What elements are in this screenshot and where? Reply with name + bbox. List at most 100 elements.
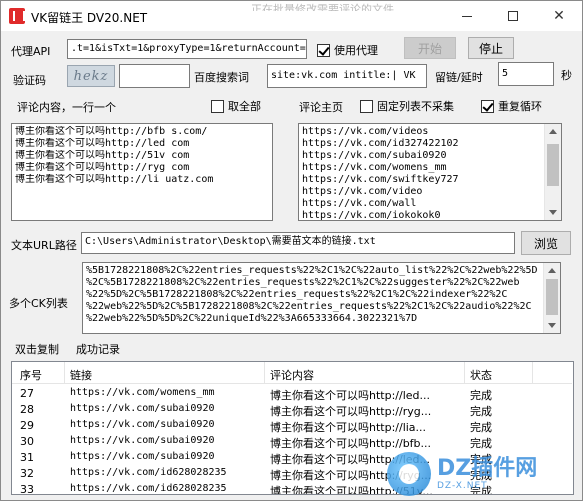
page-url-line: https://vk.com/iokokok0	[302, 210, 441, 221]
repeat-loop-label: 重复循环	[498, 100, 542, 113]
baidu-search-label: 百度搜索词	[194, 71, 249, 84]
start-button[interactable]: 开始	[404, 37, 456, 59]
delay-label: 留链/延时	[435, 71, 483, 84]
row-content: 博主你看这个可以吗http://ryg...	[270, 405, 432, 418]
watermark-sub-text: DZ-X.NET	[437, 481, 488, 491]
column-header-content[interactable]: 评论内容	[270, 367, 314, 383]
pages-scrollbar[interactable]	[544, 124, 561, 220]
close-button[interactable]: ✕	[536, 1, 582, 31]
row-status: 完成	[470, 421, 492, 434]
column-header-link[interactable]: 链接	[70, 367, 92, 383]
captcha-input[interactable]	[119, 64, 190, 88]
delay-unit-label: 秒	[561, 69, 572, 82]
column-separator	[264, 362, 265, 384]
row-link: https://vk.com/subai0920	[70, 419, 215, 430]
column-header-index[interactable]: 序号	[20, 367, 42, 383]
comment-line: 博主你看这个可以吗http://led com	[15, 138, 190, 149]
text-url-path-input[interactable]: C:\Users\Administrator\Desktop\需要苗文本的链接.…	[81, 232, 515, 254]
row-content: 博主你看这个可以吗http://lia...	[270, 421, 427, 434]
title-bar[interactable]: VK留链王 DV20.NET 正在批量修改需要评论的文件 ✕	[1, 1, 582, 31]
window-title: VK留链王 DV20.NET	[31, 11, 148, 25]
select-all-check-icon	[211, 99, 224, 113]
scroll-up-icon[interactable]	[548, 268, 556, 273]
close-icon: ✕	[553, 8, 565, 24]
proxy-api-input[interactable]: .t=1&isTxt=1&proxyType=1&returnAccount=1	[67, 39, 307, 59]
select-all-checkbox[interactable]: 取全部	[211, 98, 261, 114]
table-row[interactable]: 29 https://vk.com/subai0920 博主你看这个可以吗http:…	[12, 418, 572, 434]
row-index: 29	[20, 419, 34, 432]
fixed-list-label: 固定列表不采集	[377, 100, 454, 113]
proxy-api-label: 代理API	[11, 45, 51, 58]
row-link: https://vk.com/id628028235	[70, 483, 227, 494]
background-window-title: 正在批量修改需要评论的文件	[251, 3, 394, 11]
captcha-label: 验证码	[13, 74, 46, 87]
page-url-line: https://vk.com/id327422102	[302, 138, 459, 149]
comment-line: 博主你看这个可以吗http://51v com	[15, 150, 190, 161]
column-header-status[interactable]: 状态	[470, 367, 492, 383]
ck-list-textarea[interactable]: %5B1728221808%2C%22entries_requests%22%2…	[82, 262, 561, 334]
select-all-label: 取全部	[228, 100, 261, 113]
stop-button[interactable]: 停止	[468, 37, 514, 59]
row-index: 28	[20, 403, 34, 416]
baidu-search-input[interactable]: site:vk.com intitle:| VK	[267, 64, 427, 88]
scroll-thumb[interactable]	[547, 144, 559, 186]
use-proxy-check-icon	[317, 43, 330, 57]
page-url-line: https://vk.com/swiftkey727	[302, 174, 459, 185]
row-index: 33	[20, 483, 34, 495]
page-url-line: https://vk.com/videos	[302, 126, 429, 137]
comment-line: 博主你看这个可以吗http://li uatz.com	[15, 174, 214, 185]
table-header: 序号 链接 评论内容 状态	[12, 362, 572, 384]
fixed-list-checkbox[interactable]: 固定列表不采集	[360, 98, 454, 114]
row-index: 31	[20, 451, 34, 464]
captcha-image[interactable]: hekz	[67, 65, 115, 87]
page-url-line: https://vk.com/wall	[302, 198, 417, 209]
scroll-up-icon[interactable]	[549, 129, 557, 134]
watermark-text: DZ插件网 DZ-X.NET	[437, 456, 538, 492]
maximize-icon	[508, 11, 518, 21]
ck-scrollbar[interactable]	[543, 263, 560, 333]
pages-textarea[interactable]: https://vk.com/videos https://vk.com/id3…	[298, 123, 562, 221]
column-separator	[64, 362, 65, 384]
fixed-list-check-icon	[360, 99, 373, 113]
page-url-line: https://vk.com/video	[302, 186, 423, 197]
text-url-path-label: 文本URL路径	[11, 239, 77, 252]
table-row[interactable]: 30 https://vk.com/subai0920 博主你看这个可以吗http:…	[12, 434, 572, 450]
browse-button[interactable]: 浏览	[521, 231, 571, 255]
scroll-thumb[interactable]	[546, 279, 558, 315]
minimize-button[interactable]	[444, 1, 490, 31]
pages-label: 评论主页	[299, 101, 343, 114]
row-status: 完成	[470, 405, 492, 418]
ck-list-label: 多个CK列表	[9, 297, 68, 310]
watermark: DZ插件网 DZ-X.NET	[387, 449, 577, 499]
table-row[interactable]: 28 https://vk.com/subai0920 博主你看这个可以吗http:…	[12, 402, 572, 418]
repeat-loop-checkbox[interactable]: 重复循环	[481, 98, 542, 114]
row-link: https://vk.com/subai0920	[70, 435, 215, 446]
ck-line: %5B1728221808%2C%22entries_requests%22%2…	[86, 265, 538, 276]
row-content: 博主你看这个可以吗http://led...	[270, 389, 430, 402]
app-window: VK留链王 DV20.NET 正在批量修改需要评论的文件 ✕ 代理API .t=…	[0, 0, 583, 501]
row-link: https://vk.com/subai0920	[70, 403, 215, 414]
comment-line: 博主你看这个可以吗http://bfb s.com/	[15, 126, 208, 137]
table-row[interactable]: 27 https://vk.com/womens_mm 博主你看这个可以吗http:…	[12, 386, 572, 402]
scroll-down-icon[interactable]	[548, 323, 556, 328]
watermark-logo-icon	[387, 452, 431, 496]
page-url-line: https://vk.com/womens_mm	[302, 162, 447, 173]
column-separator	[532, 362, 533, 384]
use-proxy-checkbox[interactable]: 使用代理	[317, 42, 378, 58]
row-link: https://vk.com/id628028235	[70, 467, 227, 478]
success-record-label: 成功记录	[76, 343, 120, 356]
comments-textarea[interactable]: 博主你看这个可以吗http://bfb s.com/ 博主你看这个可以吗http…	[11, 123, 273, 221]
repeat-loop-check-icon	[481, 99, 494, 113]
row-index: 30	[20, 435, 34, 448]
comments-label: 评论内容，一行一个	[17, 101, 116, 114]
delay-input[interactable]: 5	[498, 62, 554, 86]
double-click-copy-label: 双击复制	[15, 343, 59, 356]
maximize-button[interactable]	[490, 1, 536, 31]
row-index: 27	[20, 387, 34, 400]
scroll-down-icon[interactable]	[549, 210, 557, 215]
watermark-main-text: DZ插件网	[437, 456, 538, 481]
column-separator	[464, 362, 465, 384]
comment-line: 博主你看这个可以吗http://ryg com	[15, 162, 190, 173]
app-logo-icon	[9, 8, 25, 24]
minimize-icon	[462, 15, 472, 17]
